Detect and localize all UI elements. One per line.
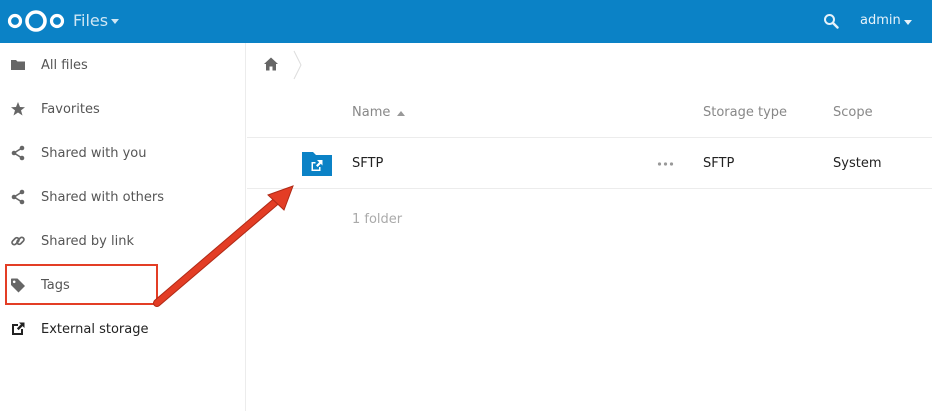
sidebar-item-label: Shared by link xyxy=(41,234,134,249)
home-icon[interactable] xyxy=(263,56,279,72)
sidebar-item-label: Favorites xyxy=(41,102,100,117)
file-name[interactable]: SFTP xyxy=(352,156,383,171)
file-summary: 1 folder xyxy=(352,212,403,227)
sidebar-item-label: All files xyxy=(41,58,88,73)
sidebar-item-all-files[interactable]: All files xyxy=(0,43,246,87)
column-header-storage-type[interactable]: Storage type xyxy=(703,105,787,120)
nextcloud-logo-icon[interactable] xyxy=(7,8,65,34)
search-icon[interactable] xyxy=(823,13,839,29)
app-header: Files admin xyxy=(0,0,932,43)
sidebar-item-favorites[interactable]: Favorites xyxy=(0,87,246,131)
external-link-icon xyxy=(12,322,25,335)
column-header-scope[interactable]: Scope xyxy=(833,105,873,120)
annotation-highlight-box xyxy=(5,264,158,305)
breadcrumb-separator-icon xyxy=(293,50,302,80)
sidebar-item-label: Shared with others xyxy=(41,190,165,205)
breadcrumb xyxy=(247,43,932,87)
divider xyxy=(247,188,932,189)
storage-type-value: SFTP xyxy=(703,156,735,171)
sidebar-item-label: External storage xyxy=(41,322,149,337)
app-menu-title[interactable]: Files xyxy=(73,11,108,30)
sidebar-item-external-storage[interactable]: External storage xyxy=(0,307,246,351)
chevron-down-icon[interactable] xyxy=(904,20,912,25)
more-actions-icon[interactable] xyxy=(657,160,674,168)
annotation-arrow xyxy=(153,185,294,307)
sort-ascending-icon[interactable] xyxy=(397,111,405,116)
sidebar-item-label: Shared with you xyxy=(41,146,147,161)
sidebar-item-shared-with-you[interactable]: Shared with you xyxy=(0,131,246,175)
star-icon xyxy=(11,102,25,116)
table-row[interactable] xyxy=(247,138,932,188)
share-icon xyxy=(11,145,25,161)
chevron-down-icon[interactable] xyxy=(111,19,119,24)
scope-value: System xyxy=(833,156,882,171)
folder-icon xyxy=(11,60,25,70)
share-icon xyxy=(11,189,25,205)
user-menu-name[interactable]: admin xyxy=(860,13,901,28)
external-folder-icon[interactable] xyxy=(302,150,332,176)
column-header-name[interactable]: Name xyxy=(352,105,390,120)
link-icon xyxy=(11,236,25,246)
